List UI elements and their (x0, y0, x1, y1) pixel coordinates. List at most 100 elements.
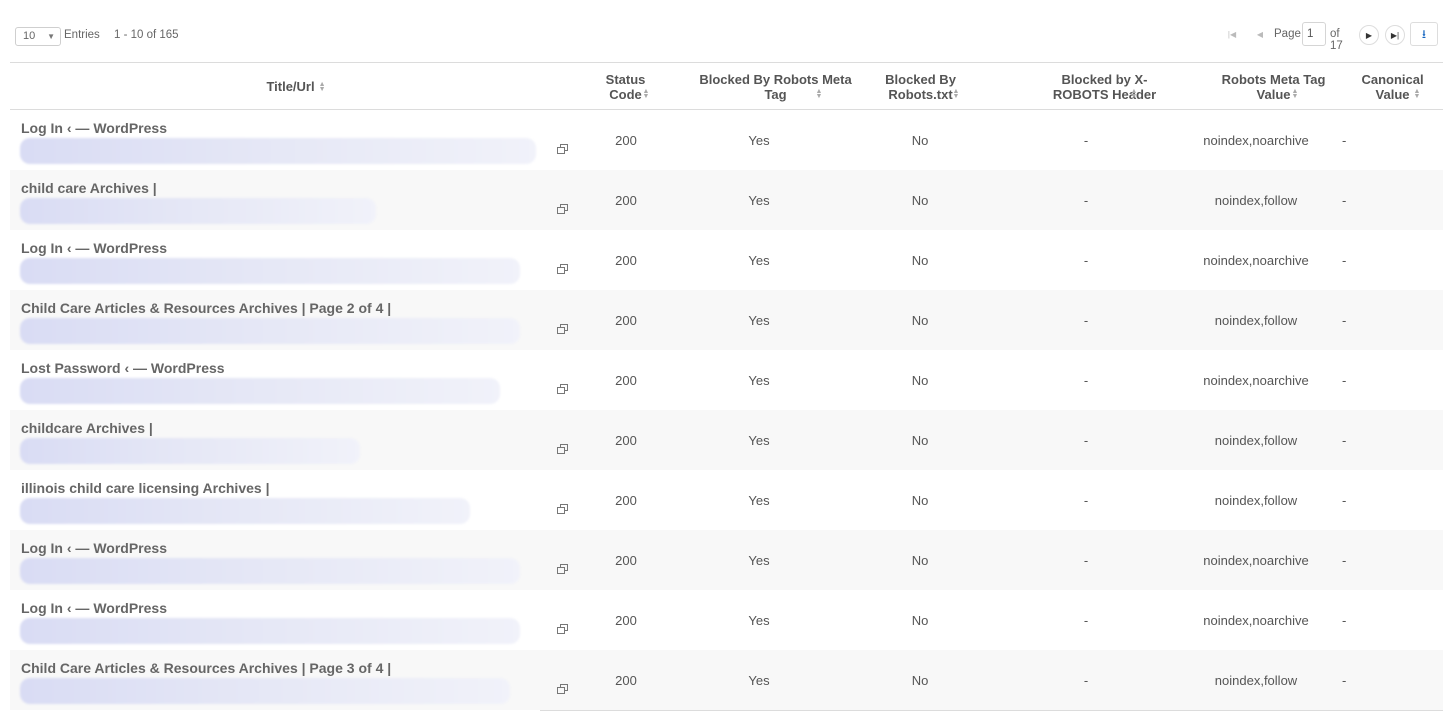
row-status-code: 200 (615, 372, 637, 388)
page-label: Page (1274, 28, 1301, 40)
row-title[interactable]: illinois child care licensing Archives | (21, 480, 270, 496)
table-toolbar: 10 ▼ Entries 1 - 10 of 165 |◀ ◀ Page of … (0, 0, 1445, 62)
external-link-icon[interactable] (557, 144, 568, 155)
row-blocked-x-robots: - (1083, 372, 1089, 388)
sort-icon: ▲ ▼ (952, 87, 960, 100)
column-header-x-robots[interactable]: Blocked by X-ROBOTS Header ▲ ▼ (1010, 63, 1162, 110)
download-button[interactable]: ⭳ (1410, 22, 1438, 46)
external-link-icon[interactable] (557, 504, 568, 515)
row-robots-meta-value: noindex,noarchive (1203, 132, 1309, 148)
table-row: Lost Password ‹ — WordPress 200 Yes No - noin… (10, 350, 1443, 410)
table-header: Title/Url ▲ ▼ Status Code ▲ ▼ Blocked By Rob… (10, 62, 1443, 110)
table-row: Log In ‹ — WordPress 200 Yes No - noindex,noa… (10, 590, 1443, 650)
row-blocked-robots-txt: No (911, 252, 929, 268)
row-title[interactable]: Log In ‹ — WordPress (21, 540, 167, 556)
table-bottom-border (540, 710, 1443, 711)
row-blocked-robots-meta: Yes (748, 612, 770, 628)
row-blocked-robots-meta: Yes (748, 672, 770, 688)
row-blocked-robots-txt: No (911, 552, 929, 568)
row-title[interactable]: Child Care Articles & Resources Archives… (21, 300, 391, 316)
row-canonical-value: - (1342, 192, 1347, 208)
sort-icon: ▲ ▼ (1291, 87, 1299, 100)
row-url-redacted (20, 498, 470, 524)
external-link-icon[interactable] (557, 684, 568, 695)
last-page-icon[interactable]: ▶| (1385, 25, 1405, 45)
row-status-code: 200 (615, 132, 637, 148)
external-link-icon[interactable] (557, 624, 568, 635)
entries-per-page-select[interactable]: 10 ▼ (15, 27, 61, 46)
row-title[interactable]: Log In ‹ — WordPress (21, 600, 167, 616)
table-row: Log In ‹ — WordPress 200 Yes No - noindex,noa… (10, 230, 1443, 290)
external-link-icon[interactable] (557, 444, 568, 455)
row-canonical-value: - (1342, 312, 1347, 328)
row-blocked-robots-txt: No (911, 672, 929, 688)
table-row: childcare Archives | 200 Yes No - noindex,fol… (10, 410, 1443, 470)
first-page-icon[interactable]: |◀ (1222, 25, 1242, 45)
row-robots-meta-value: noindex,noarchive (1203, 612, 1309, 628)
row-blocked-robots-meta: Yes (748, 192, 770, 208)
chevron-down-icon: ▼ (47, 32, 55, 41)
row-url-redacted (20, 558, 520, 584)
row-title[interactable]: childcare Archives | (21, 420, 153, 436)
column-header-robots-meta[interactable]: Blocked By Robots Meta Tag ▲ ▼ (674, 63, 851, 110)
sort-icon: ▲ ▼ (1130, 87, 1138, 100)
external-link-icon[interactable] (557, 324, 568, 335)
row-robots-meta-value: noindex,follow (1214, 312, 1298, 328)
column-header-title-url[interactable]: Title/Url ▲ ▼ (10, 63, 582, 110)
row-url-redacted (20, 258, 520, 284)
table-row: illinois child care licensing Archives |… (10, 470, 1443, 530)
row-robots-meta-value: noindex,follow (1214, 492, 1298, 508)
row-blocked-robots-txt: No (911, 492, 929, 508)
entries-select-value: 10 (23, 30, 36, 42)
row-url-redacted (20, 678, 510, 704)
row-blocked-robots-txt: No (911, 372, 929, 388)
table-row: child care Archives | 200 Yes No - noindex,fo… (10, 170, 1443, 230)
sort-icon: ▲ ▼ (1413, 87, 1421, 100)
entries-range-label: 1 - 10 of 165 (114, 29, 179, 41)
external-link-icon[interactable] (557, 384, 568, 395)
row-title[interactable]: Log In ‹ — WordPress (21, 240, 167, 256)
row-status-code: 200 (615, 492, 637, 508)
page-number-input[interactable] (1302, 22, 1326, 46)
row-title[interactable]: Log In ‹ — WordPress (21, 120, 167, 136)
row-blocked-x-robots: - (1083, 312, 1089, 328)
row-status-code: 200 (615, 252, 637, 268)
row-blocked-x-robots: - (1083, 192, 1089, 208)
row-robots-meta-value: noindex,noarchive (1203, 552, 1309, 568)
external-link-icon[interactable] (557, 264, 568, 275)
row-canonical-value: - (1342, 612, 1347, 628)
row-blocked-robots-txt: No (911, 432, 929, 448)
row-blocked-robots-txt: No (911, 612, 929, 628)
prev-page-icon[interactable]: ◀ (1250, 25, 1270, 45)
column-header-meta-value[interactable]: Robots Meta Tag Value ▲ ▼ (1190, 63, 1326, 110)
row-blocked-robots-meta: Yes (748, 552, 770, 568)
row-blocked-robots-meta: Yes (748, 492, 770, 508)
column-header-canonical[interactable]: Canonical Value ▲ ▼ (1346, 63, 1432, 110)
row-status-code: 200 (615, 552, 637, 568)
page-count-label: of 17 (1330, 28, 1343, 52)
row-blocked-robots-txt: No (911, 312, 929, 328)
row-url-redacted (20, 438, 360, 464)
row-title[interactable]: Child Care Articles & Resources Archives… (21, 660, 391, 676)
next-page-icon[interactable]: ▶ (1359, 25, 1379, 45)
row-url-redacted (20, 378, 500, 404)
table-row: Child Care Articles & Resources Archives… (10, 650, 1443, 710)
row-blocked-robots-meta: Yes (748, 372, 770, 388)
row-status-code: 200 (615, 192, 637, 208)
row-blocked-robots-meta: Yes (748, 252, 770, 268)
column-header-status-code[interactable]: Status Code ▲ ▼ (594, 63, 658, 110)
row-status-code: 200 (615, 672, 637, 688)
row-robots-meta-value: noindex,follow (1214, 192, 1298, 208)
row-blocked-robots-txt: No (911, 192, 929, 208)
row-blocked-x-robots: - (1083, 552, 1089, 568)
row-blocked-robots-txt: No (911, 132, 929, 148)
row-title[interactable]: child care Archives | (21, 180, 157, 196)
external-link-icon[interactable] (557, 564, 568, 575)
column-header-robots-txt[interactable]: Blocked By Robots.txt ▲ ▼ (870, 63, 970, 110)
row-url-redacted (20, 138, 536, 164)
results-table: Title/Url ▲ ▼ Status Code ▲ ▼ Blocked By Rob… (10, 62, 1443, 710)
row-title[interactable]: Lost Password ‹ — WordPress (21, 360, 225, 376)
table-row: Child Care Articles & Resources Archives… (10, 290, 1443, 350)
external-link-icon[interactable] (557, 204, 568, 215)
sort-icon: ▲ ▼ (642, 87, 650, 100)
